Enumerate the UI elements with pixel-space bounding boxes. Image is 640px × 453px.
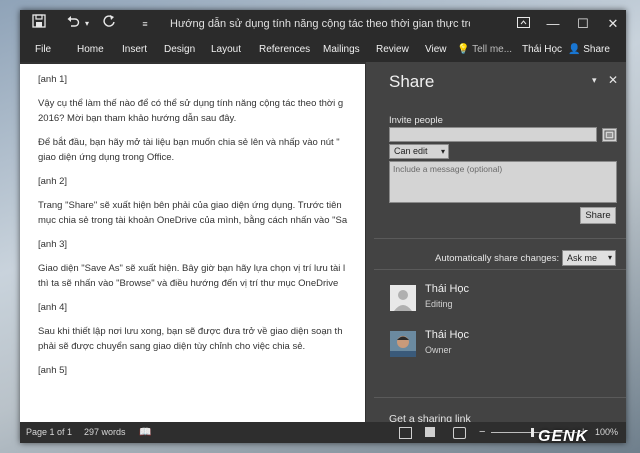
share-ribbon-label: Share <box>583 44 610 55</box>
genk-watermark: GENK <box>538 428 588 446</box>
doc-line: Giao diện "Save As" sẽ xuất hiện. Bây gi… <box>38 263 346 274</box>
share-pane-title: Share <box>389 72 435 91</box>
tab-view[interactable]: View <box>425 38 447 62</box>
word-window: ▾ ≡ Hướng dẫn sử dụng tính năng cộng tác… <box>20 10 626 443</box>
tab-file[interactable]: File <box>35 38 51 62</box>
person-name[interactable]: Thái Học <box>425 329 469 341</box>
user-name[interactable]: Thái Học <box>522 38 562 62</box>
save-icon[interactable] <box>30 14 48 34</box>
doc-line: [anh 4] <box>38 302 68 313</box>
web-layout-icon[interactable] <box>453 427 466 439</box>
tab-design[interactable]: Design <box>164 38 195 62</box>
pane-divider <box>374 397 626 398</box>
person-name[interactable]: Thái Học <box>425 283 469 295</box>
print-layout-icon[interactable] <box>425 427 435 437</box>
doc-line: giao diện ứng dụng trong Office. <box>38 152 175 163</box>
proofing-icon[interactable]: 📖 <box>139 422 151 443</box>
person-role: Editing <box>425 299 453 309</box>
address-book-icon[interactable] <box>602 128 617 142</box>
read-mode-icon[interactable] <box>399 427 412 439</box>
zoom-out-icon[interactable]: − <box>479 425 485 439</box>
tell-me-box[interactable]: 💡 Tell me... <box>457 38 512 62</box>
doc-line: phải sẽ được chuyển sang giao diện tùy c… <box>38 341 306 352</box>
share-pane: Share ▾ ✕ Invite people Can edit ▾ Inclu… <box>366 62 626 434</box>
tab-layout[interactable]: Layout <box>211 38 241 62</box>
doc-line: [anh 3] <box>38 239 68 250</box>
auto-share-select[interactable]: Ask me ▾ <box>562 250 616 266</box>
invite-label: Invite people <box>389 115 443 126</box>
minimize-icon[interactable]: — <box>538 10 568 38</box>
tab-review[interactable]: Review <box>376 38 409 62</box>
share-ribbon-button[interactable]: 👤 Share <box>568 38 610 62</box>
avatar <box>390 285 416 311</box>
doc-line: Để bắt đầu, bạn hãy mở tài liệu bạn muốn… <box>38 137 340 148</box>
ribbon-options-icon[interactable] <box>508 10 538 38</box>
share-button[interactable]: Share <box>580 207 616 224</box>
auto-share-value: Ask me <box>567 253 598 263</box>
ribbon-tabs: File Home Insert Design Layout Reference… <box>20 38 626 62</box>
doc-line: 2016? Mời bạn tham khảo hướng dẫn sau đâ… <box>38 113 237 124</box>
page-count[interactable]: Page 1 of 1 <box>26 422 72 443</box>
pane-divider <box>374 269 626 270</box>
invite-input[interactable] <box>389 127 597 142</box>
status-bar: Page 1 of 1 297 words 📖 <box>20 422 365 443</box>
tab-insert[interactable]: Insert <box>122 38 147 62</box>
pane-close-icon[interactable]: ✕ <box>608 73 618 87</box>
pane-divider <box>374 238 626 239</box>
redo-icon[interactable] <box>100 14 118 34</box>
doc-line: [anh 1] <box>38 74 68 85</box>
undo-icon[interactable] <box>64 14 82 34</box>
lightbulb-icon: 💡 <box>457 44 470 55</box>
document-page[interactable]: [anh 1] Vậy cụ thể làm thế nào để có thể… <box>20 64 365 422</box>
zoom-level[interactable]: 100% <box>595 422 618 443</box>
doc-line: [anh 2] <box>38 176 68 187</box>
doc-line: Vậy cụ thể làm thế nào để có thể sử dụng… <box>38 98 344 109</box>
word-count[interactable]: 297 words <box>84 422 126 443</box>
zoom-thumb[interactable] <box>531 428 534 437</box>
tab-home[interactable]: Home <box>77 38 104 62</box>
pane-options-icon[interactable]: ▾ <box>592 75 597 86</box>
permission-value: Can edit <box>394 146 428 156</box>
doc-line: mục chia sẻ trong tài khoản OneDrive của… <box>38 215 348 226</box>
person-role: Owner <box>425 345 452 355</box>
doc-line: Sau khi thiết lập nơi lưu xong, bạn sẽ đ… <box>38 326 343 337</box>
person-icon: 👤 <box>568 44 581 55</box>
undo-dropdown-icon[interactable]: ▾ <box>82 14 92 34</box>
chevron-down-icon: ▾ <box>607 253 612 262</box>
chevron-down-icon: ▾ <box>440 147 445 156</box>
avatar <box>390 331 416 357</box>
doc-line: [anh 5] <box>38 365 68 376</box>
tab-mailings[interactable]: Mailings <box>323 38 360 62</box>
message-placeholder: Include a message (optional) <box>393 164 503 174</box>
doc-line: Trang "Share" sẽ xuất hiện bên phải của … <box>38 200 342 211</box>
maximize-icon[interactable]: ☐ <box>568 10 598 38</box>
tell-me-text: Tell me... <box>472 44 513 55</box>
message-textarea[interactable]: Include a message (optional) <box>389 161 617 203</box>
document-title: Hướng dẫn sử dụng tính năng cộng tác the… <box>170 18 470 30</box>
title-bar: ▾ ≡ Hướng dẫn sử dụng tính năng cộng tác… <box>20 10 626 38</box>
auto-share-label: Automatically share changes: <box>435 253 560 264</box>
permission-select[interactable]: Can edit ▾ <box>389 144 449 159</box>
genk-watermark-text: GENK <box>538 428 589 445</box>
close-icon[interactable]: ✕ <box>598 10 628 38</box>
customize-toolbar-icon[interactable]: ≡ <box>138 14 152 34</box>
tab-references[interactable]: References <box>259 38 310 62</box>
doc-line: thì ta sẽ nhấn vào "Browse" và điều hướn… <box>38 278 339 289</box>
